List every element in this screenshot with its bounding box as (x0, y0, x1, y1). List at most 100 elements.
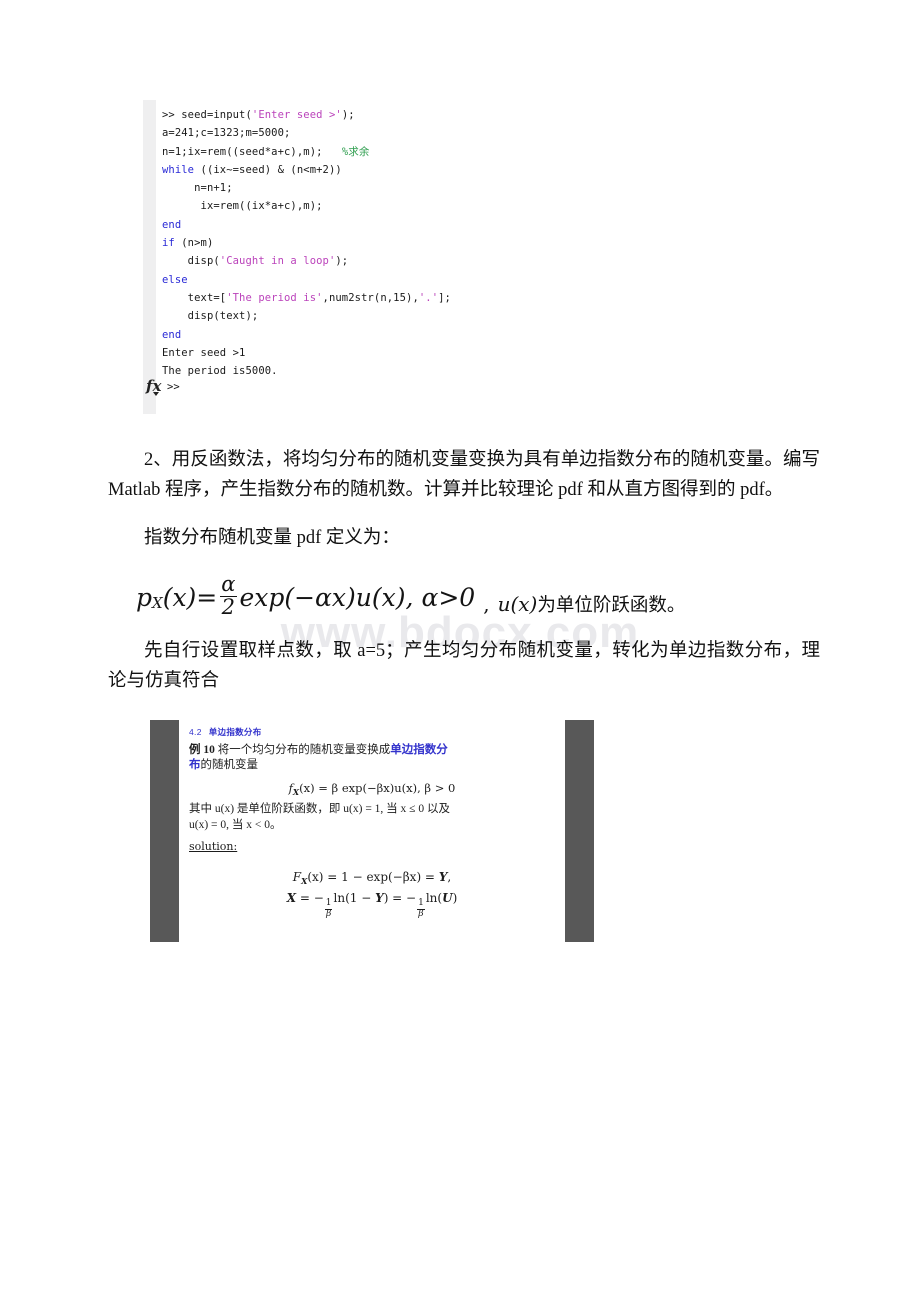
code-line: if (n>m) (162, 234, 703, 252)
code-line: ix=rem((ix*a+c),m); (162, 197, 703, 215)
code-line: Enter seed >1 (162, 344, 703, 362)
code-token: n=n+1; (162, 182, 233, 195)
document-page: www.bdocx.com >> seed=input('Enter seed … (0, 0, 920, 1302)
code-line: end (162, 216, 703, 234)
slide-section-number: 4.2 (189, 727, 202, 738)
slide-eq3-close2: ) (452, 891, 458, 906)
slide-eq2-rest: (x) = 1 − exp(−βx) = (307, 870, 439, 885)
code-token: %求余 (341, 145, 370, 158)
code-line: text=['The period is',num2str(n,15),'.']… (162, 289, 703, 307)
slide-section-title: 单边指数分布 (208, 727, 262, 738)
code-line: else (162, 271, 703, 289)
code-token: ); (341, 109, 355, 121)
code-line: >> seed=input('Enter seed >'); (162, 106, 703, 124)
display-formula-exponential-pdf: p X (x)= α 2 exp(−αx)u(x), α>0 , u(x) 为单位阶… (136, 565, 820, 619)
formula-fraction-denominator: 2 (219, 594, 238, 619)
paragraph-question-2: 2、用反函数法，将均匀分布的随机变量变换为具有单边指数分布的随机变量。编写 Ma… (108, 450, 820, 501)
paragraph-pdf-definition-lead: 指数分布随机变量 pdf 定义为： (144, 528, 400, 549)
slide-eq3-Y: Y (375, 891, 384, 906)
code-token: 'Enter seed >' (251, 109, 342, 121)
code-line: while ((ix~=seed) & (n<m+2)) (162, 161, 703, 179)
paragraph-note: 先自行设置取样点数，取 a=5；产生均匀分布随机变量，转化为单边指数分布，理论与… (108, 641, 820, 692)
slide-eq3-frac2-den: β (417, 908, 425, 919)
code-token: ((ix~=seed) & (n<m+2)) (194, 163, 342, 176)
code-token: >> (162, 109, 182, 121)
slide-eq1-subscript: X (292, 787, 300, 798)
slide-example-highlight-2: 布 (189, 759, 201, 772)
slide-solution-eq-1: FX(x) = 1 − exp(−βx) = Y, (189, 867, 555, 888)
slide-condition-line-1: 其中 u(x) 是单位阶跃函数，即 u(x) = 1, 当 x ≤ 0 以及 (189, 803, 450, 816)
document-content: >> seed=input('Enter seed >'); a=241;c=13… (108, 0, 820, 943)
formula-fraction-numerator: α (221, 572, 236, 597)
embedded-slide-image: 4.2 单边指数分布 例 10 将一个均匀分布的随机变量变换成单边指数分 布的随机… (150, 720, 594, 943)
code-token: while (162, 163, 195, 176)
code-token: if (162, 237, 175, 250)
slide-equation-pdf: fX(x) = β exp(−βx)u(x), β > 0 (189, 781, 555, 798)
code-token: ]; (438, 291, 451, 304)
formula-tail-math: u(x) (497, 592, 538, 617)
slide-eq3-close1: ) = − (383, 891, 417, 906)
slide-solution-label: solution: (189, 840, 238, 854)
slide-eq3-ln2: ln( (425, 891, 443, 906)
code-token: seed=input( (181, 109, 252, 121)
fx-prompt-row: fx >> (143, 379, 703, 402)
code-token: 'Caught in a loop' (219, 255, 336, 268)
formula-body: exp(−αx)u(x), (239, 582, 414, 612)
code-line: The period is5000. (162, 362, 703, 380)
slide-condition-line-2: u(x) = 0, 当 x < 0。 (189, 818, 282, 831)
code-token: disp(text); (162, 310, 259, 323)
slide-example-text-1: 将一个均匀分布的随机变量变换成 (217, 744, 391, 757)
slide-eq3-eq: = − (296, 891, 324, 906)
formula-fraction: α 2 (219, 572, 238, 619)
console-prompt: >> (167, 381, 180, 394)
code-token: ix=rem((ix*a+c),m); (162, 200, 323, 213)
slide-eq3-ln1: ln(1 − (333, 891, 376, 906)
matlab-code-block: >> seed=input('Enter seed >'); a=241;c=13… (143, 100, 703, 415)
slide-eq2-F-subscript: X (301, 876, 308, 887)
slide-eq2-comma: , (447, 870, 452, 885)
slide-eq3-X: X (286, 891, 297, 906)
slide-example-text-2: 的随机变量 (200, 759, 259, 772)
code-line: disp(text); (162, 307, 703, 325)
slide-example-text: 例 10 将一个均匀分布的随机变量变换成单边指数分 布的随机变量 (189, 743, 555, 773)
code-token: '.' (418, 291, 439, 304)
code-line: end (162, 326, 703, 344)
slide-section-heading: 4.2 单边指数分布 (189, 726, 555, 738)
code-token: (n>m) (174, 237, 214, 250)
code-token: The period is5000. (162, 365, 278, 378)
code-token: end (162, 218, 182, 231)
code-token: 'The period is' (226, 291, 323, 304)
slide-letterbox-left (150, 720, 179, 943)
slide-eq3-frac1-num: 1 (325, 898, 332, 909)
fx-icon: fx (146, 379, 161, 397)
code-token: a=241;c=1323;m=5000; (162, 127, 291, 140)
code-lines: >> seed=input('Enter seed >'); a=241;c=13… (162, 106, 703, 380)
code-token: Enter seed >1 (162, 346, 246, 359)
formula-comma: , (483, 592, 490, 617)
formula-tail-caption: 为单位阶跃函数。 (537, 596, 686, 617)
code-token: n=1;ix=rem((seed*a+c),m); (162, 145, 342, 158)
slide-eq3-frac1-den: β (325, 908, 333, 919)
code-line: n=1;ix=rem((seed*a+c),m); %求余 (162, 143, 703, 161)
code-line: n=n+1; (162, 179, 703, 197)
formula-expression: p X (x)= α 2 exp(−αx)u(x), α>0 (136, 572, 476, 619)
slide-eq3-fraction-1: 1β (325, 898, 333, 919)
formula-condition: α>0 (421, 582, 476, 612)
slide-eq1-rest: (x) = β exp(−βx)u(x), β > 0 (299, 781, 456, 796)
code-line: a=241;c=1323;m=5000; (162, 124, 703, 142)
code-token: ); (335, 255, 349, 268)
slide-content: 4.2 单边指数分布 例 10 将一个均匀分布的随机变量变换成单边指数分 布的随机… (179, 720, 565, 943)
slide-letterbox-right (565, 720, 594, 943)
slide-eq3-fraction-2: 1β (417, 898, 425, 919)
formula-lhs-subscript: X (152, 594, 163, 613)
slide-example-highlight-1: 单边指数分 (390, 744, 448, 757)
formula-lhs: p (136, 582, 153, 612)
slide-example-label: 例 10 (189, 744, 215, 757)
code-gutter (143, 100, 156, 415)
slide-eq3-U: U (442, 891, 453, 906)
slide-solution-equations: FX(x) = 1 − exp(−βx) = Y, X = −1 β ln(1 − … (189, 867, 555, 919)
code-token: else (162, 273, 188, 286)
code-token: end (162, 328, 182, 341)
slide-eq3-frac2-num: 1 (418, 898, 424, 909)
slide-eq2-F: F (292, 870, 302, 885)
